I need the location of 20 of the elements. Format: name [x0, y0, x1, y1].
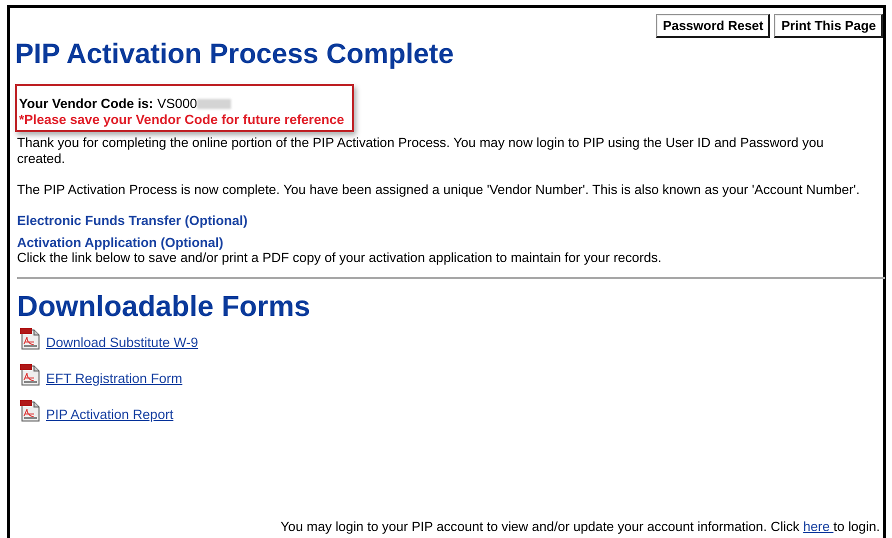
form-link[interactable]: Download Substitute W-9: [46, 335, 198, 350]
section-heading: Downloadable Forms: [17, 291, 310, 324]
link[interactable]: Electronic Funds Transfer (Optional): [17, 213, 248, 228]
vendor-code-label: Your Vendor Code is:: [19, 96, 154, 112]
warning-text: *Please save your Vendor Code for future reference: [19, 112, 346, 128]
login-link[interactable]: here: [803, 519, 834, 534]
toolbar-button[interactable]: Print This Page: [774, 14, 883, 38]
form-link[interactable]: PIP Activation Report: [46, 407, 174, 422]
pdf-file-icon: [19, 327, 41, 350]
pdf-file-icon: [19, 363, 41, 386]
paragraph: The PIP Activation Process is now complete. You have been assigned a unique 'Vendor Number'. This is also known as your 'Account Number'.: [17, 182, 861, 198]
vendor-code: VS000: [157, 96, 198, 112]
footer-text: You may login to your PIP account to view and/or update your account information. Click here to login.: [280, 519, 881, 534]
link[interactable]: Activation Application (Optional): [17, 235, 224, 250]
toolbar-button[interactable]: Password Reset: [656, 14, 770, 38]
form-link[interactable]: EFT Registration Form: [46, 371, 182, 386]
paragraph: Click the link below to save and/or print a PDF copy of your activation application to maintain for your records.: [17, 251, 662, 265]
paragraph: Thank you for completing the online portion of the PIP Activation Process. You may now login to PIP using the User ID and Password you created.: [17, 135, 825, 167]
pdf-file-icon: [19, 399, 41, 422]
page-title: PIP Activation Process Complete: [15, 38, 454, 70]
